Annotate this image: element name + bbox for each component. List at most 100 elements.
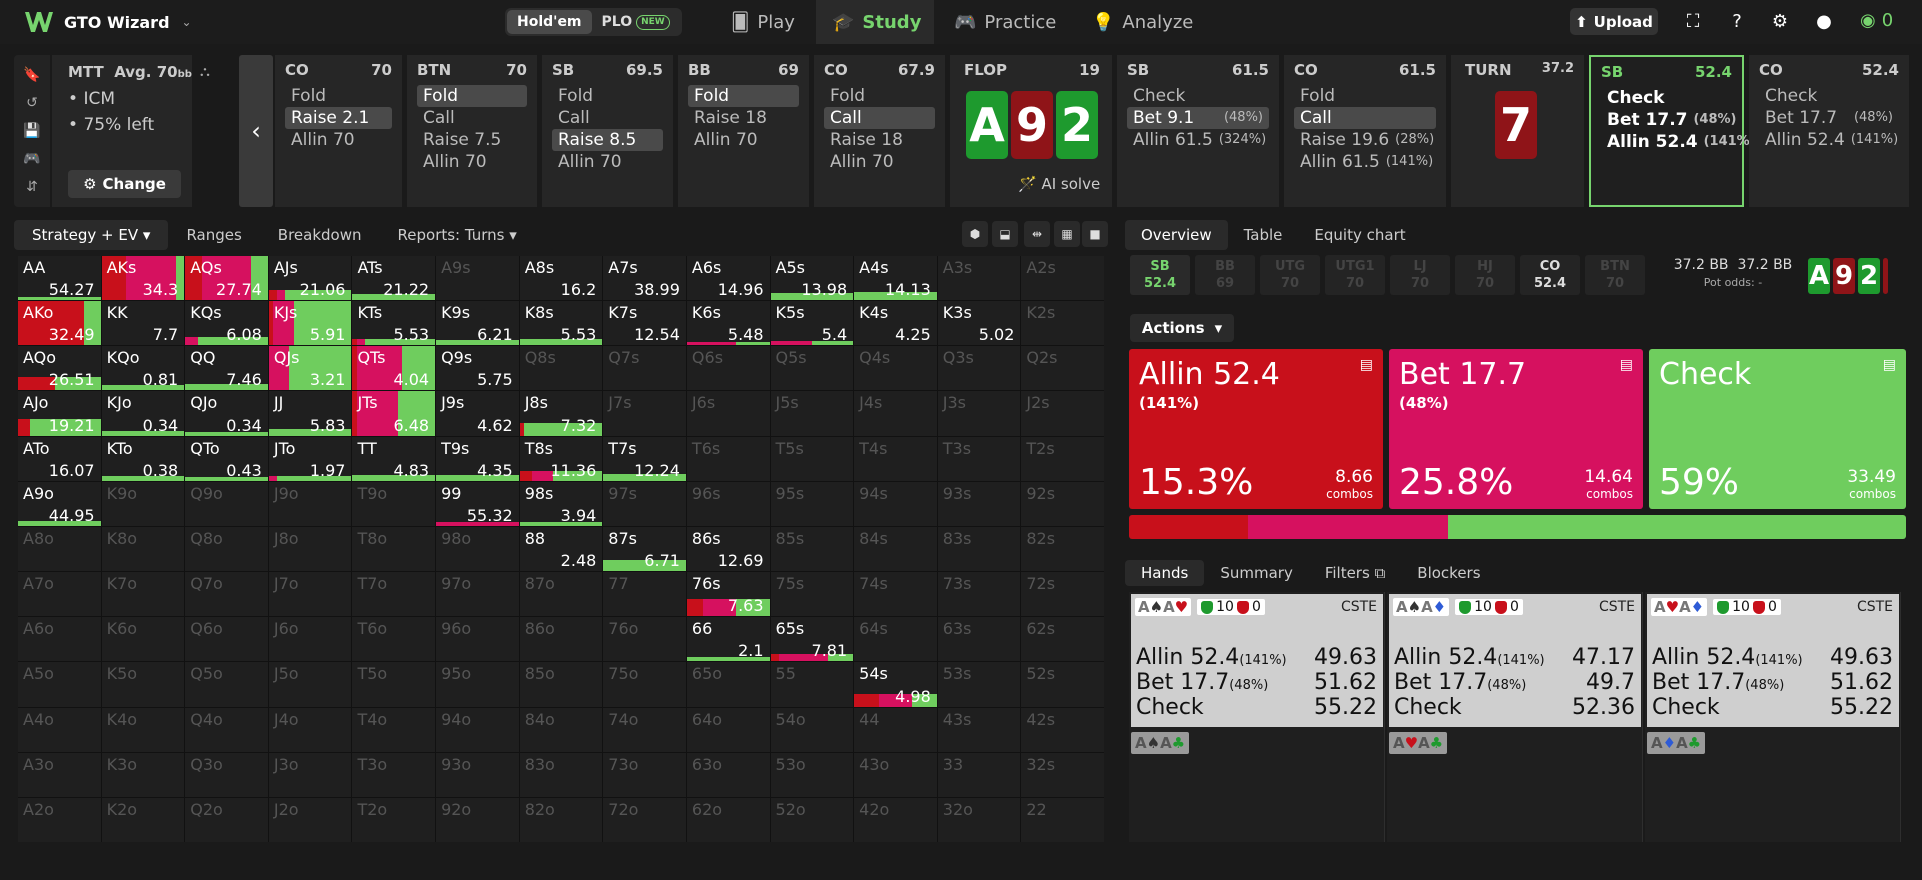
hand-cell[interactable]: A7s 38.99 — [603, 256, 686, 301]
hand-cell[interactable]: A4s 14.13 — [854, 256, 937, 301]
hand-cell[interactable]: ATs 21.22 — [352, 256, 436, 301]
hand-cell[interactable]: 83o — [519, 752, 603, 797]
hand-cell[interactable]: Q3o — [185, 752, 268, 797]
hand-cell[interactable]: 73o — [603, 752, 686, 797]
hand-cell[interactable]: K5o — [101, 662, 185, 707]
hand-cell[interactable]: A5s 13.98 — [770, 256, 854, 301]
hand-card[interactable]: A♠A♦ 10 0 CSTE Allin 52.4(141%) 47.17 Bet 17.7… — [1389, 594, 1641, 727]
hand-cell[interactable]: 76o — [603, 617, 686, 662]
hand-cell[interactable]: AKo 32.49 — [18, 301, 101, 346]
hand-cell[interactable]: K9o — [101, 481, 185, 526]
hand-cell[interactable]: 62s — [1021, 617, 1104, 662]
actions-dropdown[interactable]: Actions ▾ — [1130, 314, 1234, 342]
hand-cell[interactable]: J4s — [854, 391, 937, 436]
hand-cell[interactable]: Q4o — [185, 707, 268, 752]
hand-cell[interactable]: 33 — [937, 752, 1021, 797]
hand-cell[interactable]: 95s — [770, 481, 854, 526]
hand-cell[interactable]: 77 — [603, 572, 686, 617]
view-compact-icon[interactable]: ⇹ — [1024, 221, 1050, 247]
action-option[interactable]: Bet 17.7 (48%) — [1601, 109, 1736, 131]
hand-cell[interactable]: 99 55.32 — [436, 481, 519, 526]
action-option[interactable]: Call — [417, 107, 527, 129]
hand-cell[interactable]: T2o — [352, 797, 436, 842]
hand-cell[interactable]: TT 4.83 — [352, 436, 436, 481]
hand-cell[interactable]: 97o — [436, 572, 519, 617]
position-card-co[interactable]: CO 52.4 Check Bet 17.7 (48%) Allin 52.4 (141%) — [1749, 55, 1909, 207]
tab-filters[interactable]: Filters ⧉ — [1309, 560, 1401, 586]
hand-cell[interactable]: Q9s 5.75 — [436, 346, 519, 391]
hand-cell[interactable]: T6o — [352, 617, 436, 662]
hand-cell[interactable]: 93o — [436, 752, 519, 797]
hand-cell[interactable]: 32o — [937, 797, 1021, 842]
hand-cell[interactable]: Q5o — [185, 662, 268, 707]
action-option[interactable]: Check — [1127, 85, 1269, 107]
hand-cell[interactable]: 54s 4.98 — [854, 662, 937, 707]
hand-cell[interactable]: Q2o — [185, 797, 268, 842]
hand-cell[interactable]: K7s 12.54 — [603, 301, 686, 346]
hand-cell[interactable]: J8o — [268, 526, 352, 572]
view-split-icon[interactable]: ⬓ — [992, 221, 1018, 247]
share-icon[interactable]: ⛬ — [200, 64, 210, 80]
hand-cell[interactable]: KTo 0.38 — [101, 436, 185, 481]
action-option[interactable]: Raise 18 — [824, 129, 935, 151]
hand-cell[interactable]: Q2s — [1021, 346, 1104, 391]
hand-cell[interactable]: J4o — [268, 707, 352, 752]
hand-cell[interactable]: K4s 4.25 — [854, 301, 937, 346]
action-option[interactable]: Bet 9.1 (48%) — [1127, 107, 1269, 129]
hand-cell[interactable]: ATo 16.07 — [18, 436, 101, 481]
hand-cell[interactable]: 43o — [854, 752, 937, 797]
view-full-icon[interactable]: ■ — [1082, 221, 1108, 247]
view-3d-icon[interactable]: ⬢ — [962, 221, 988, 247]
hand-cell[interactable]: 75o — [603, 662, 686, 707]
hand-cell[interactable]: QJs 3.21 — [268, 346, 352, 391]
turn-card-panel[interactable]: TURN 37.2 7 — [1451, 55, 1584, 207]
hand-cell[interactable]: Q7s — [603, 346, 686, 391]
hand-cell[interactable]: JJ 5.83 — [268, 391, 352, 436]
hand-cell[interactable]: 96s — [686, 481, 770, 526]
hand-cell[interactable]: K2o — [101, 797, 185, 842]
hand-cell[interactable]: K3o — [101, 752, 185, 797]
hand-cell[interactable]: QQ 7.46 — [185, 346, 268, 391]
menu-icon[interactable]: ▤ — [1620, 357, 1633, 373]
action-option[interactable]: Allin 61.5 (324%) — [1127, 129, 1269, 151]
hand-cell[interactable]: 88 2.48 — [519, 526, 603, 572]
tab-summary[interactable]: Summary — [1204, 560, 1309, 586]
hand-cell[interactable]: T3o — [352, 752, 436, 797]
hand-cell[interactable]: T6s — [686, 436, 770, 481]
hand-cell[interactable]: K8s 5.53 — [519, 301, 603, 346]
hand-card[interactable]: A♥A♦ 10 0 CSTE Allin 52.4(141%) 49.63 Bet 17.7… — [1647, 594, 1899, 727]
blocker-combo[interactable]: A♥A♣ — [1389, 732, 1448, 754]
hand-cell[interactable]: 85s — [770, 526, 854, 572]
hand-cell[interactable]: 96o — [436, 617, 519, 662]
action-option[interactable]: Call — [552, 107, 663, 129]
action-option[interactable]: Raise 2.1 — [285, 107, 392, 129]
position-chip-btn[interactable]: BTN 70 — [1585, 255, 1645, 295]
action-option[interactable]: Raise 7.5 — [417, 129, 527, 151]
hand-cell[interactable]: 73s — [937, 572, 1021, 617]
nav-analyze[interactable]: 💡 Analyze — [1090, 0, 1210, 44]
plo-option[interactable]: PLO NEW — [592, 10, 680, 34]
hand-cell[interactable]: 42s — [1021, 707, 1104, 752]
hand-cell[interactable]: J6o — [268, 617, 352, 662]
hand-cell[interactable]: A6o — [18, 617, 101, 662]
hand-cell[interactable]: 95o — [436, 662, 519, 707]
hand-cell[interactable]: KK 7.7 — [101, 301, 185, 346]
action-option[interactable]: Fold — [417, 85, 527, 107]
hand-card[interactable]: A♠A♥ 10 0 CSTE Allin 52.4(141%) 49.63 Bet 17.7… — [1131, 594, 1383, 727]
action-option[interactable]: Check — [1601, 87, 1732, 109]
action-option[interactable]: Bet 17.7 (48%) — [1759, 107, 1899, 129]
tab-table[interactable]: Table — [1228, 220, 1299, 250]
action-option[interactable]: Check — [1759, 85, 1899, 107]
hand-cell[interactable]: A8s 16.2 — [519, 256, 603, 301]
menu-icon[interactable]: ▤ — [1883, 357, 1896, 373]
history-icon[interactable]: ↺ — [26, 95, 38, 111]
hand-cell[interactable]: T7o — [352, 572, 436, 617]
tab-ranges[interactable]: Ranges — [168, 220, 259, 250]
tab-equity-chart[interactable]: Equity chart — [1298, 220, 1421, 250]
hand-cell[interactable]: T9s 4.35 — [436, 436, 519, 481]
hand-cell[interactable]: K5s 5.4 — [770, 301, 854, 346]
ai-solve-button[interactable]: 🪄 AI solve — [1018, 175, 1100, 193]
hand-cell[interactable]: AJs 21.06 — [268, 256, 352, 301]
menu-icon[interactable]: ▤ — [1360, 357, 1373, 373]
hand-cell[interactable]: 92o — [436, 797, 519, 842]
